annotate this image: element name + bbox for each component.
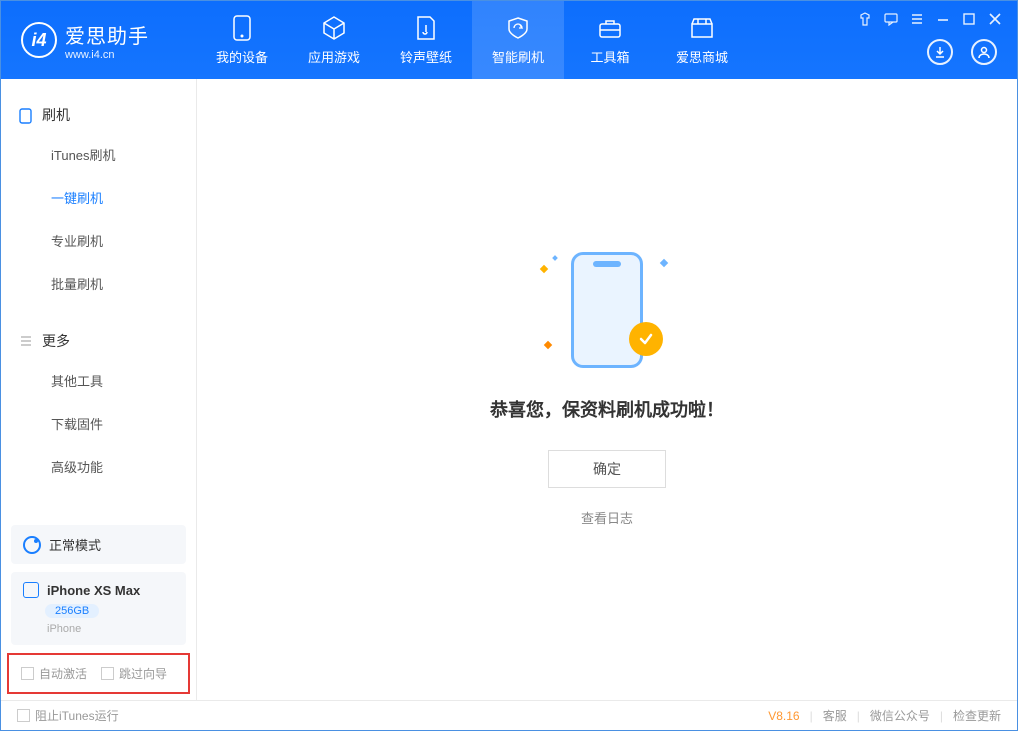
- toolbox-icon: [597, 15, 623, 41]
- checkbox-stop-itunes[interactable]: 阻止iTunes运行: [17, 707, 119, 724]
- success-title: 恭喜您，保资料刷机成功啦！: [490, 396, 724, 422]
- checkbox-icon: [17, 709, 30, 722]
- sidebar-section-more: 更多 其他工具 下载固件 高级功能: [1, 305, 196, 488]
- maximize-icon[interactable]: [961, 11, 977, 27]
- separator: |: [810, 709, 813, 723]
- window-controls: [857, 11, 1003, 27]
- check-badge-icon: [629, 322, 663, 356]
- footer-link-wechat[interactable]: 微信公众号: [870, 707, 930, 724]
- music-file-icon: [413, 15, 439, 41]
- mode-box[interactable]: 正常模式: [11, 525, 186, 564]
- device-capacity: 256GB: [45, 604, 99, 618]
- content-area: 刷机 iTunes刷机 一键刷机 专业刷机 批量刷机 更多 其他工具 下载固件 …: [1, 79, 1017, 700]
- separator: |: [940, 709, 943, 723]
- nav-tabs: 我的设备 应用游戏 铃声壁纸 智能刷机 工具箱 爱思商城: [196, 1, 748, 79]
- sidebar-section-flash: 刷机 iTunes刷机 一键刷机 专业刷机 批量刷机: [1, 79, 196, 305]
- separator: |: [857, 709, 860, 723]
- checkbox-auto-activate[interactable]: 自动激活: [21, 665, 87, 682]
- tab-label: 工具箱: [590, 47, 629, 66]
- sparkle-icon: [540, 265, 548, 273]
- phone-icon: [19, 108, 34, 123]
- checkbox-label: 阻止iTunes运行: [35, 707, 119, 724]
- sidebar-item-advanced[interactable]: 高级功能: [1, 445, 196, 488]
- skin-icon[interactable]: [857, 11, 873, 27]
- sparkle-icon: [544, 341, 552, 349]
- cube-icon: [321, 15, 347, 41]
- sparkle-icon: [552, 255, 558, 261]
- device-box[interactable]: iPhone XS Max 256GB iPhone: [11, 572, 186, 645]
- options-row: 自动激活 跳过向导: [7, 653, 190, 694]
- minimize-icon[interactable]: [935, 11, 951, 27]
- mode-label: 正常模式: [49, 535, 101, 554]
- logo-icon: i4: [21, 22, 57, 58]
- tab-label: 爱思商城: [676, 47, 728, 66]
- app-header: i4 爱思助手 www.i4.cn 我的设备 应用游戏 铃声壁纸 智能刷机 工具…: [1, 1, 1017, 79]
- menu-icon[interactable]: [909, 11, 925, 27]
- checkbox-label: 跳过向导: [119, 665, 167, 682]
- footer-link-support[interactable]: 客服: [823, 707, 847, 724]
- checkbox-icon: [21, 667, 34, 680]
- tab-my-device[interactable]: 我的设备: [196, 1, 288, 79]
- ok-button[interactable]: 确定: [548, 450, 666, 488]
- device-header: iPhone XS Max: [23, 582, 174, 598]
- tab-apps-games[interactable]: 应用游戏: [288, 1, 380, 79]
- list-icon: [19, 334, 34, 349]
- logo-text: 爱思助手 www.i4.cn: [65, 20, 149, 61]
- sidebar-item-itunes-flash[interactable]: iTunes刷机: [1, 133, 196, 176]
- section-title: 刷机: [42, 105, 70, 125]
- sidebar-bottom: 正常模式 iPhone XS Max 256GB iPhone 自动激活 跳过向…: [1, 517, 196, 700]
- feedback-icon[interactable]: [883, 11, 899, 27]
- phone-illustration-icon: [571, 252, 643, 368]
- logo-area: i4 爱思助手 www.i4.cn: [1, 20, 196, 61]
- sidebar-item-oneclick-flash[interactable]: 一键刷机: [1, 176, 196, 219]
- checkbox-skip-guide[interactable]: 跳过向导: [101, 665, 167, 682]
- tab-label: 我的设备: [216, 47, 268, 66]
- tab-store[interactable]: 爱思商城: [656, 1, 748, 79]
- tab-ringtone-wallpaper[interactable]: 铃声壁纸: [380, 1, 472, 79]
- checkbox-icon: [101, 667, 114, 680]
- refresh-shield-icon: [505, 15, 531, 41]
- sidebar-item-batch-flash[interactable]: 批量刷机: [1, 262, 196, 305]
- main-panel: 恭喜您，保资料刷机成功啦！ 确定 查看日志: [197, 79, 1017, 700]
- section-title: 更多: [42, 331, 70, 351]
- tab-label: 应用游戏: [308, 47, 360, 66]
- success-illustration: [537, 252, 677, 372]
- download-icon[interactable]: [927, 39, 953, 65]
- device-name: iPhone XS Max: [47, 583, 140, 598]
- store-icon: [689, 15, 715, 41]
- device-type: iPhone: [47, 623, 174, 635]
- tab-smart-flash[interactable]: 智能刷机: [472, 1, 564, 79]
- checkbox-label: 自动激活: [39, 665, 87, 682]
- sidebar-header-more: 更多: [1, 323, 196, 359]
- mode-icon: [23, 536, 41, 554]
- sidebar-header-flash: 刷机: [1, 97, 196, 133]
- version-label: V8.16: [768, 709, 799, 723]
- device-icon: [229, 15, 255, 41]
- tab-label: 智能刷机: [492, 47, 544, 66]
- user-icon[interactable]: [971, 39, 997, 65]
- footer-right: V8.16 | 客服 | 微信公众号 | 检查更新: [768, 707, 1001, 724]
- sidebar-item-download-firmware[interactable]: 下载固件: [1, 402, 196, 445]
- app-url: www.i4.cn: [65, 49, 149, 61]
- header-action-icons: [927, 39, 997, 65]
- sidebar-item-pro-flash[interactable]: 专业刷机: [1, 219, 196, 262]
- view-log-link[interactable]: 查看日志: [581, 508, 633, 527]
- app-title: 爱思助手: [65, 20, 149, 49]
- footer: 阻止iTunes运行 V8.16 | 客服 | 微信公众号 | 检查更新: [1, 700, 1017, 730]
- footer-link-update[interactable]: 检查更新: [953, 707, 1001, 724]
- device-small-icon: [23, 582, 39, 598]
- tab-label: 铃声壁纸: [400, 47, 452, 66]
- sidebar: 刷机 iTunes刷机 一键刷机 专业刷机 批量刷机 更多 其他工具 下载固件 …: [1, 79, 197, 700]
- sidebar-item-other-tools[interactable]: 其他工具: [1, 359, 196, 402]
- close-icon[interactable]: [987, 11, 1003, 27]
- sparkle-icon: [660, 259, 668, 267]
- tab-toolbox[interactable]: 工具箱: [564, 1, 656, 79]
